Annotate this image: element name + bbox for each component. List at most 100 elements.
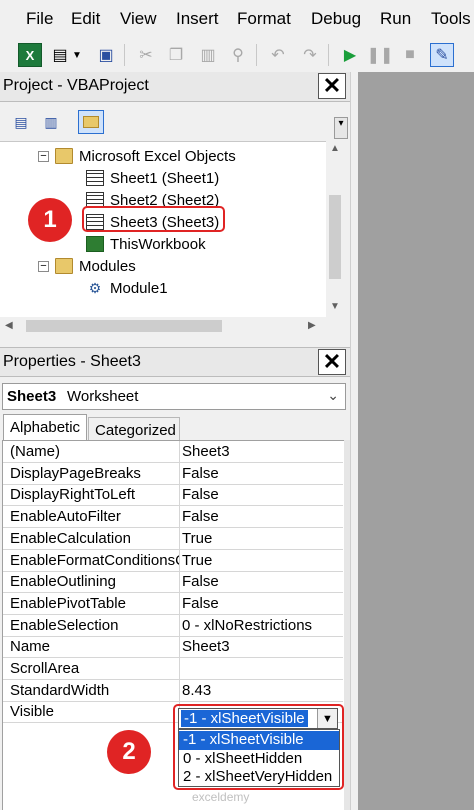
paste-icon[interactable]: ▥ — [196, 43, 220, 67]
chevron-down-icon[interactable]: ▼ — [70, 43, 84, 67]
property-value[interactable]: False — [182, 486, 342, 503]
property-row[interactable]: EnablePivotTable False — [3, 592, 343, 615]
property-row[interactable]: Name Sheet3 — [3, 636, 343, 659]
menu-view[interactable]: View — [120, 9, 157, 29]
project-explorer-toolbar: ▤ ▥ ▾ — [0, 103, 350, 141]
menu-format[interactable]: Format — [237, 9, 291, 29]
tree-vertical-scrollbar[interactable]: ▲ ▼ — [326, 141, 344, 317]
property-name: EnableCalculation — [10, 529, 131, 547]
property-row[interactable]: (Name) Sheet3 — [3, 441, 343, 463]
run-icon[interactable]: ▶ — [338, 43, 362, 67]
property-name: EnableAutoFilter — [10, 508, 121, 526]
standard-toolbar: X ▤ ▼ ▣ ✂ ❐ ▥ ⚲ ↶ ↷ ▶ ❚❚ ■ ✎ — [0, 38, 474, 72]
scroll-down-icon[interactable]: ▼ — [330, 301, 340, 312]
property-name: Name — [10, 638, 51, 656]
menu-run[interactable]: Run — [380, 9, 411, 29]
column-divider — [179, 571, 180, 594]
column-divider — [179, 679, 180, 702]
scroll-thumb[interactable] — [329, 195, 341, 279]
property-row[interactable]: EnableFormatConditionsC True — [3, 549, 343, 572]
property-value[interactable]: Sheet3 — [182, 638, 342, 655]
toolbar-overflow-icon[interactable]: ▾ — [334, 117, 348, 139]
scroll-thumb[interactable] — [26, 320, 222, 332]
column-divider — [179, 527, 180, 550]
tab-categorized[interactable]: Categorized — [88, 417, 180, 440]
tree-node-thisworkbook[interactable]: ThisWorkbook — [86, 233, 206, 255]
tree-node-module1[interactable]: ⚙ Module1 — [86, 277, 168, 299]
menu-edit[interactable]: Edit — [71, 9, 100, 29]
property-row[interactable]: EnableOutlining False — [3, 571, 343, 594]
redo-icon[interactable]: ↷ — [298, 43, 322, 67]
property-row[interactable]: DisplayRightToLeft False — [3, 484, 343, 507]
property-row[interactable]: EnableSelection 0 - xlNoRestrictions — [3, 614, 343, 637]
find-icon[interactable]: ⚲ — [226, 43, 250, 67]
column-divider — [179, 614, 180, 637]
view-excel-icon[interactable]: X — [18, 43, 42, 67]
property-name: EnableFormatConditionsC — [10, 551, 180, 569]
visible-highlight-box — [173, 704, 344, 790]
insert-userform-icon[interactable]: ▤ — [48, 43, 72, 67]
chevron-down-icon[interactable]: ⌄ — [327, 387, 339, 404]
property-value[interactable]: 8.43 — [182, 682, 342, 699]
column-divider — [179, 462, 180, 485]
tree-node-sheet1[interactable]: Sheet1 (Sheet1) — [86, 167, 219, 189]
property-value[interactable]: True — [182, 530, 342, 547]
close-icon[interactable]: ✕ — [318, 73, 346, 99]
column-divider — [179, 484, 180, 507]
object-name: Sheet3 — [7, 388, 57, 405]
folder-icon — [55, 148, 73, 164]
view-object-icon[interactable]: ▥ — [38, 110, 64, 134]
properties-title: Properties - Sheet3 — [3, 353, 141, 370]
callout-2: 2 — [107, 730, 151, 774]
scroll-left-icon[interactable]: ◀ — [5, 320, 13, 331]
property-value[interactable]: False — [182, 508, 342, 525]
property-row[interactable]: ScrollArea — [3, 658, 343, 680]
view-code-icon[interactable]: ▤ — [8, 110, 34, 134]
menu-insert[interactable]: Insert — [176, 9, 219, 29]
reset-icon[interactable]: ■ — [398, 43, 422, 67]
property-value[interactable]: False — [182, 465, 342, 482]
sheet-icon — [86, 170, 104, 186]
close-icon[interactable]: ✕ — [318, 349, 346, 375]
property-name: ScrollArea — [10, 660, 80, 677]
property-row[interactable]: EnableAutoFilter False — [3, 506, 343, 529]
column-divider — [179, 506, 180, 529]
property-value[interactable]: False — [182, 595, 342, 612]
cut-icon[interactable]: ✂ — [134, 43, 158, 67]
code-workspace — [358, 72, 474, 810]
project-explorer-titlebar: Project - VBAProject ✕ — [0, 72, 350, 102]
tree-horizontal-scrollbar[interactable]: ◀ ▶ — [0, 317, 326, 335]
object-type: Worksheet — [67, 388, 139, 405]
tab-alphabetic[interactable]: Alphabetic — [3, 414, 87, 440]
property-value[interactable]: 0 - xlNoRestrictions — [182, 617, 342, 634]
property-value[interactable]: Sheet3 — [182, 443, 342, 460]
property-value[interactable]: False — [182, 573, 342, 590]
property-row[interactable]: DisplayPageBreaks False — [3, 462, 343, 485]
property-row[interactable]: StandardWidth 8.43 — [3, 679, 343, 702]
callout-1: 1 — [28, 198, 72, 242]
menu-debug[interactable]: Debug — [311, 9, 361, 29]
object-dropdown[interactable]: Sheet3 Worksheet ⌄ — [2, 383, 346, 410]
property-row[interactable]: EnableCalculation True — [3, 527, 343, 550]
collapse-icon[interactable]: − — [38, 150, 49, 162]
toggle-folders-icon[interactable] — [78, 110, 104, 134]
tree-node-modules[interactable]: − Modules — [38, 255, 136, 277]
scroll-up-icon[interactable]: ▲ — [330, 143, 340, 154]
save-icon[interactable]: ▣ — [94, 43, 118, 67]
scroll-right-icon[interactable]: ▶ — [308, 320, 316, 331]
menu-tools[interactable]: Tools — [431, 9, 471, 29]
properties-scrollbar[interactable] — [344, 440, 350, 810]
menu-file[interactable]: File — [26, 9, 53, 29]
pane-splitter[interactable] — [350, 72, 358, 810]
collapse-icon[interactable]: − — [38, 260, 49, 272]
property-name: Visible — [10, 703, 54, 721]
copy-icon[interactable]: ❐ — [164, 43, 188, 67]
property-name: StandardWidth — [10, 681, 110, 699]
sheet3-highlight-box — [82, 206, 225, 232]
undo-icon[interactable]: ↶ — [266, 43, 290, 67]
property-name: EnableOutlining — [10, 573, 116, 591]
tree-node-excel-objects[interactable]: − Microsoft Excel Objects — [38, 145, 236, 167]
property-value[interactable]: True — [182, 552, 342, 569]
design-mode-icon[interactable]: ✎ — [430, 43, 454, 67]
break-icon[interactable]: ❚❚ — [367, 43, 394, 67]
